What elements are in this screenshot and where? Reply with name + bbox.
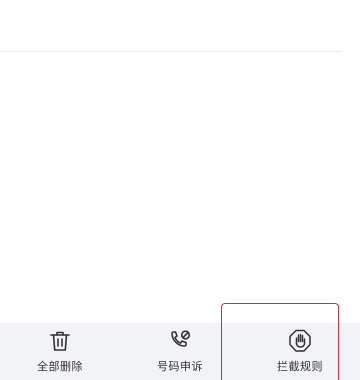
delete-all-label: 全部删除 <box>37 360 83 373</box>
hand-stop-icon <box>287 328 313 354</box>
phone-block-icon <box>167 328 193 354</box>
trash-icon <box>47 328 73 354</box>
block-rules-label: 拦截规则 <box>277 360 323 373</box>
call-block-screen: 全部删除 号码申诉 拦截规则 <box>0 0 360 380</box>
block-rules-button[interactable]: 拦截规则 <box>240 323 360 380</box>
blocked-list-area <box>0 52 360 323</box>
bottom-action-bar: 全部删除 号码申诉 拦截规则 <box>0 323 360 380</box>
number-appeal-button[interactable]: 号码申诉 <box>120 323 240 380</box>
delete-all-button[interactable]: 全部删除 <box>0 323 120 380</box>
number-appeal-label: 号码申诉 <box>157 360 203 373</box>
